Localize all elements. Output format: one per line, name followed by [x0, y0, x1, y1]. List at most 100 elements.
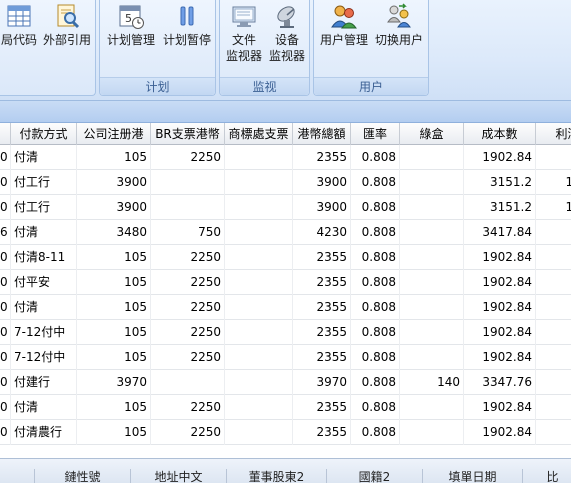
table-row[interactable]: 6付清3480750 42300.808 3417.84248	[0, 220, 571, 245]
column-header-payment-method[interactable]: 付款方式	[11, 123, 77, 145]
cell-exchange-rate[interactable]: 0.808	[351, 370, 400, 395]
cell-br-cheque[interactable]: 2250	[151, 145, 225, 170]
lower-column-header-0[interactable]	[0, 469, 35, 483]
cell-payment-method[interactable]: 7-12付中	[11, 320, 77, 345]
cell-exchange-rate[interactable]: 0.808	[351, 320, 400, 345]
table-row[interactable]: 07-12付中1052250 23550.808 1902.84147	[0, 320, 571, 345]
cell-trademark-cheque[interactable]	[225, 245, 293, 270]
cell-row-indicator[interactable]: 0	[0, 345, 11, 370]
cell-trademark-cheque[interactable]	[225, 345, 293, 370]
table-row[interactable]: 07-12付中1052250 23550.808 1902.84147	[0, 345, 571, 370]
column-header-br-cheque[interactable]: BR支票港幣	[151, 123, 225, 145]
cell-profit[interactable]: 797	[536, 420, 571, 445]
cell-profit[interactable]: 248	[536, 220, 571, 245]
cell-cost[interactable]: 1902.84	[464, 145, 536, 170]
cell-green-box[interactable]	[400, 270, 464, 295]
cell-trademark-cheque[interactable]	[225, 370, 293, 395]
cell-cost[interactable]: 3347.76	[464, 370, 536, 395]
cell-profit[interactable]: 1048	[536, 170, 571, 195]
cell-green-box[interactable]: 140	[400, 370, 464, 395]
cell-hkd-total[interactable]: 2355	[293, 145, 351, 170]
table-row[interactable]: 0付工行390039000.8083151.21048	[0, 170, 571, 195]
cell-profit[interactable]: 1048	[536, 195, 571, 220]
cell-trademark-cheque[interactable]	[225, 295, 293, 320]
cell-company-registration[interactable]: 105	[77, 270, 151, 295]
table-row[interactable]: 0付建行397039700.8081403347.76252	[0, 370, 571, 395]
table-row[interactable]: 0付清1052250 23550.808 1902.8497	[0, 295, 571, 320]
column-header-green-box[interactable]: 綠盒	[400, 123, 464, 145]
table-row[interactable]: 0付清農行1052250 23550.808 1902.84797	[0, 420, 571, 445]
cell-hkd-total[interactable]: 2355	[293, 345, 351, 370]
cell-payment-method[interactable]: 付清農行	[11, 420, 77, 445]
cell-trademark-cheque[interactable]	[225, 395, 293, 420]
cell-company-registration[interactable]: 105	[77, 245, 151, 270]
cell-company-registration[interactable]: 105	[77, 420, 151, 445]
cell-payment-method[interactable]: 付清	[11, 145, 77, 170]
cell-exchange-rate[interactable]: 0.808	[351, 170, 400, 195]
cell-hkd-total[interactable]: 2355	[293, 420, 351, 445]
column-header-row-indicator[interactable]	[0, 123, 11, 145]
cell-payment-method[interactable]: 付清	[11, 395, 77, 420]
column-header-exchange-rate[interactable]: 匯率	[351, 123, 400, 145]
cell-row-indicator[interactable]: 0	[0, 270, 11, 295]
cell-exchange-rate[interactable]: 0.808	[351, 345, 400, 370]
cell-hkd-total[interactable]: 3900	[293, 195, 351, 220]
cell-row-indicator[interactable]: 0	[0, 320, 11, 345]
cell-green-box[interactable]	[400, 220, 464, 245]
cell-company-registration[interactable]: 105	[77, 395, 151, 420]
cell-cost[interactable]: 1902.84	[464, 245, 536, 270]
table-row[interactable]: 0付清1052250 23550.808 1902.8497	[0, 395, 571, 420]
cell-profit[interactable]: 147	[536, 345, 571, 370]
cell-br-cheque[interactable]: 2250	[151, 395, 225, 420]
cell-company-registration[interactable]: 3900	[77, 195, 151, 220]
cell-br-cheque[interactable]	[151, 370, 225, 395]
cell-cost[interactable]: 1902.84	[464, 270, 536, 295]
cell-payment-method[interactable]: 付清8-11	[11, 245, 77, 270]
table-row[interactable]: 0付工行390039000.8083151.21048	[0, 195, 571, 220]
cell-trademark-cheque[interactable]	[225, 170, 293, 195]
cell-hkd-total[interactable]: 2355	[293, 295, 351, 320]
external-reference-button[interactable]: 外部引用	[41, 2, 93, 48]
cell-green-box[interactable]	[400, 145, 464, 170]
cell-br-cheque[interactable]: 2250	[151, 295, 225, 320]
cell-trademark-cheque[interactable]	[225, 220, 293, 245]
cell-hkd-total[interactable]: 2355	[293, 270, 351, 295]
cell-row-indicator[interactable]: 0	[0, 420, 11, 445]
cell-cost[interactable]: 1902.84	[464, 395, 536, 420]
cell-profit[interactable]: 97	[536, 395, 571, 420]
cell-hkd-total[interactable]: 2355	[293, 395, 351, 420]
cell-row-indicator[interactable]: 6	[0, 220, 11, 245]
plan-pause-button[interactable]: 计划暂停	[160, 2, 214, 48]
file-monitor-button[interactable]: 文件 监视器	[222, 2, 266, 64]
cell-profit[interactable]: 97	[536, 245, 571, 270]
cell-profit[interactable]: 147	[536, 320, 571, 345]
cell-br-cheque[interactable]	[151, 195, 225, 220]
cell-exchange-rate[interactable]: 0.808	[351, 220, 400, 245]
column-header-company-registration[interactable]: 公司注册港	[77, 123, 151, 145]
lower-column-header-director2[interactable]: 董事股東2	[227, 469, 327, 483]
cell-br-cheque[interactable]: 2250	[151, 270, 225, 295]
cell-row-indicator[interactable]: 0	[0, 195, 11, 220]
cell-cost[interactable]: 1902.84	[464, 295, 536, 320]
cell-company-registration[interactable]: 105	[77, 295, 151, 320]
cell-br-cheque[interactable]: 2250	[151, 345, 225, 370]
cell-cost[interactable]: 3151.2	[464, 195, 536, 220]
cell-row-indicator[interactable]: 0	[0, 245, 11, 270]
cell-cost[interactable]: 3151.2	[464, 170, 536, 195]
cell-company-registration[interactable]: 105	[77, 145, 151, 170]
lower-column-header-nationality2[interactable]: 國籍2	[327, 469, 423, 483]
cell-exchange-rate[interactable]: 0.808	[351, 270, 400, 295]
cell-row-indicator[interactable]: 0	[0, 145, 11, 170]
cell-profit[interactable]: 97	[536, 295, 571, 320]
column-header-hkd-total[interactable]: 港幣總額	[293, 123, 351, 145]
cell-br-cheque[interactable]: 750	[151, 220, 225, 245]
cell-payment-method[interactable]: 7-12付中	[11, 345, 77, 370]
local-code-button[interactable]: 局代码	[0, 2, 41, 48]
cell-company-registration[interactable]: 3970	[77, 370, 151, 395]
cell-green-box[interactable]	[400, 170, 464, 195]
cell-cost[interactable]: 1902.84	[464, 420, 536, 445]
cell-hkd-total[interactable]: 2355	[293, 245, 351, 270]
cell-green-box[interactable]	[400, 345, 464, 370]
cell-exchange-rate[interactable]: 0.808	[351, 395, 400, 420]
cell-hkd-total[interactable]: 4230	[293, 220, 351, 245]
